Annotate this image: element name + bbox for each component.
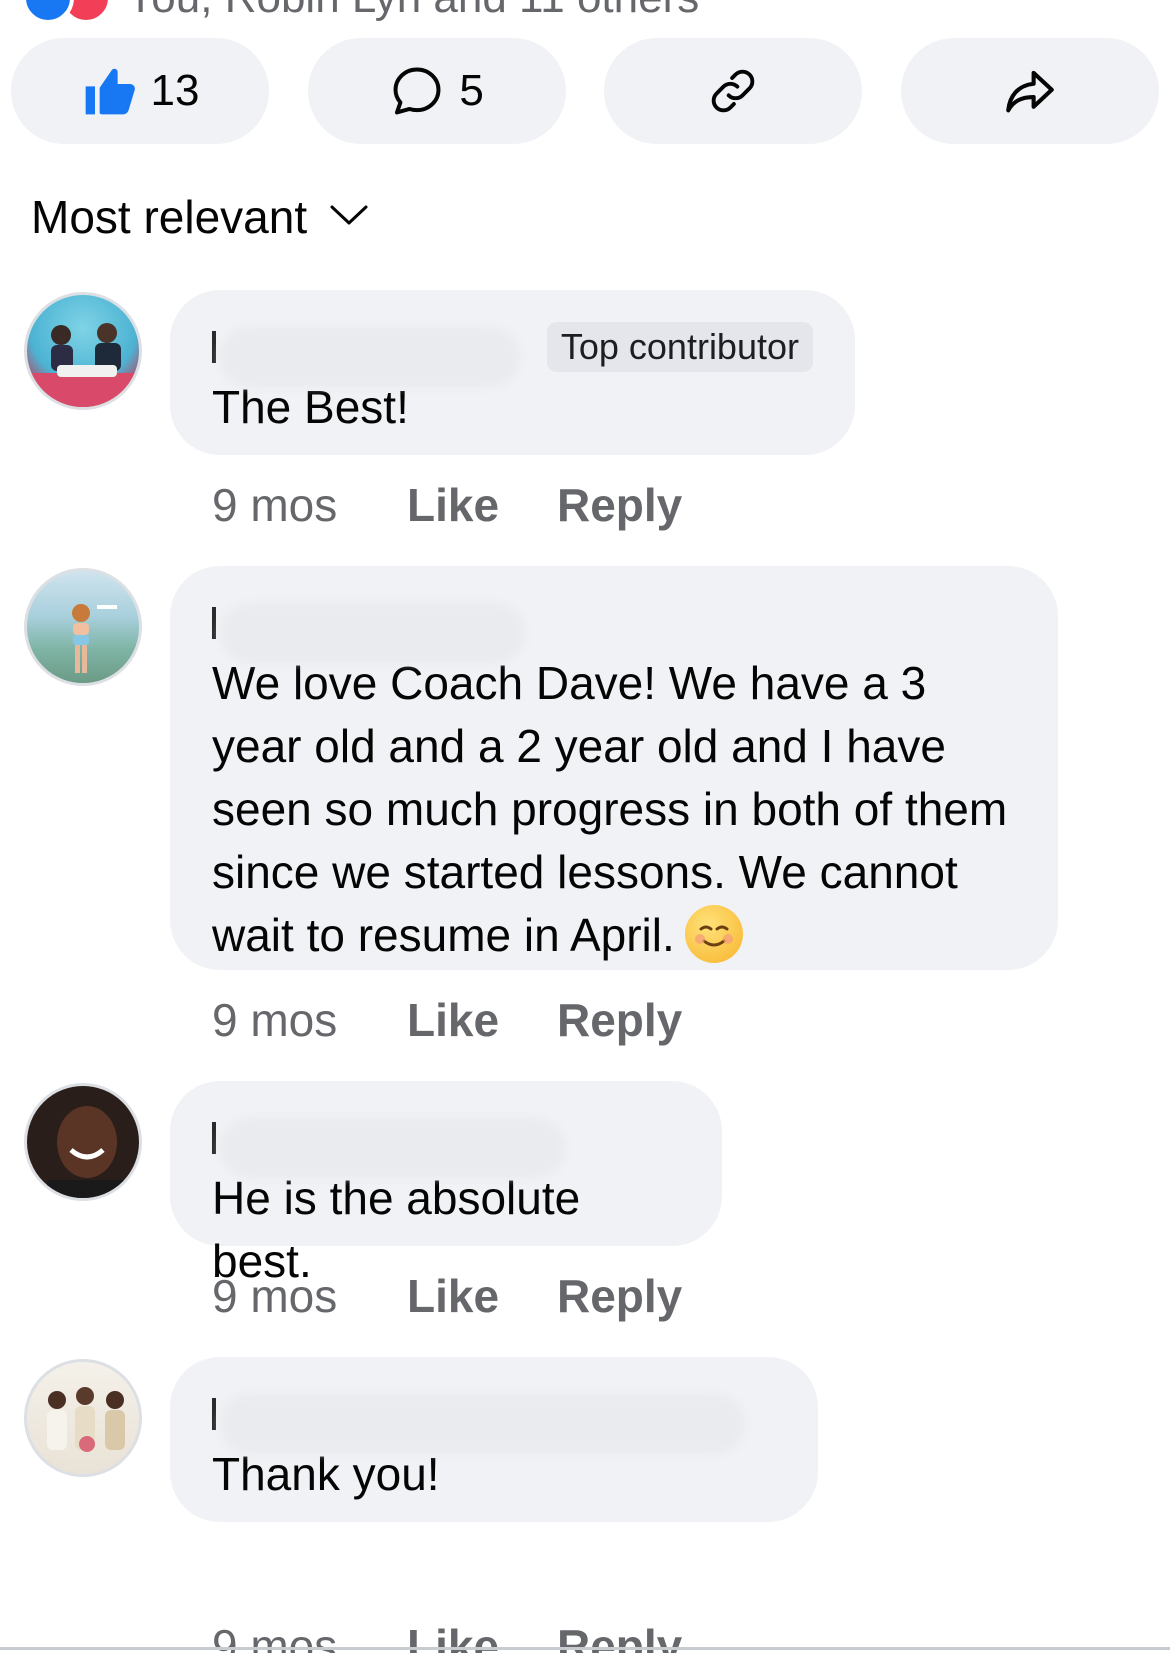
redaction-blur	[220, 327, 520, 387]
comment-time[interactable]: 9 mos	[212, 1269, 407, 1323]
chevron-down-icon	[329, 203, 369, 232]
author-row	[212, 598, 1016, 663]
comment-text: We love Coach Dave! We have a 3 year old…	[212, 652, 1016, 967]
comment-reply-button[interactable]: Reply	[557, 478, 682, 532]
author-name-redacted[interactable]	[212, 1114, 572, 1178]
bottom-divider	[0, 1647, 1170, 1650]
comment-reply-button[interactable]: Reply	[557, 1269, 682, 1323]
comment-meta: 9 mos Like Reply	[212, 1269, 682, 1323]
comment-count: 5	[459, 66, 484, 115]
comment-bubble[interactable]: Thank you!	[170, 1357, 818, 1522]
author-row: Top contributor	[212, 322, 813, 387]
top-contributor-badge: Top contributor	[546, 322, 813, 372]
avatar-photo	[47, 1387, 125, 1452]
sort-dropdown[interactable]: Most relevant	[31, 190, 369, 244]
comments-screen: You, Robin Lyn and 11 others 13 5	[0, 0, 1170, 1653]
smiling-face-icon	[684, 905, 743, 963]
like-button[interactable]: 13	[11, 38, 269, 144]
reactions-summary-text: You, Robin Lyn and 11 others	[126, 0, 699, 23]
copy-link-button[interactable]	[604, 38, 863, 144]
comment-like-button[interactable]: Like	[407, 1269, 557, 1323]
comment-time[interactable]: 9 mos	[212, 478, 407, 532]
thumbs-up-icon	[81, 63, 137, 119]
author-name-redacted[interactable]	[212, 1390, 772, 1454]
redaction-blur	[220, 1394, 745, 1454]
author-row	[212, 1389, 776, 1454]
comment-text-body: We love Coach Dave! We have a 3 year old…	[212, 657, 1008, 961]
avatar[interactable]	[24, 568, 142, 686]
author-name-redacted[interactable]	[212, 323, 521, 387]
comment-meta: 9 mos Like Reply	[212, 478, 682, 532]
avatar[interactable]	[24, 292, 142, 410]
author-name-redacted[interactable]	[212, 599, 532, 663]
comment-meta: 9 mos Like Reply	[212, 993, 682, 1047]
avatar-photo	[27, 323, 139, 407]
avatar[interactable]	[24, 1083, 142, 1201]
name-edge	[212, 1122, 216, 1154]
comment-button[interactable]: 5	[307, 38, 566, 144]
avatar-photo	[47, 1106, 127, 1198]
name-edge	[212, 1398, 216, 1430]
redaction-blur	[220, 1118, 565, 1178]
comment-like-button[interactable]: Like	[407, 993, 557, 1047]
avatar-photo	[72, 604, 117, 673]
comment-bubble-icon	[389, 63, 445, 119]
comment-bubble[interactable]: We love Coach Dave! We have a 3 year old…	[170, 566, 1058, 970]
comment-bubble[interactable]: Top contributor The Best!	[170, 290, 855, 455]
comment-bubble[interactable]: He is the absolute best.	[170, 1081, 722, 1287]
like-count: 13	[150, 66, 200, 115]
name-edge	[212, 607, 216, 639]
name-edge	[212, 331, 216, 363]
author-row	[212, 1113, 680, 1178]
comment-time[interactable]: 9 mos	[212, 993, 407, 1047]
comment-like-button[interactable]: Like	[407, 478, 557, 532]
reactions-summary[interactable]: You, Robin Lyn and 11 others	[22, 0, 699, 28]
redaction-blur	[220, 603, 525, 663]
link-icon	[707, 65, 759, 117]
avatar[interactable]	[24, 1359, 142, 1477]
comment-reply-button[interactable]: Reply	[557, 993, 682, 1047]
like-reaction-icon	[22, 0, 74, 24]
share-arrow-icon	[1001, 62, 1059, 120]
post-action-bar: 13 5	[11, 38, 1159, 144]
share-button[interactable]	[900, 38, 1159, 144]
reaction-icons	[22, 0, 112, 24]
sort-label: Most relevant	[31, 191, 308, 243]
